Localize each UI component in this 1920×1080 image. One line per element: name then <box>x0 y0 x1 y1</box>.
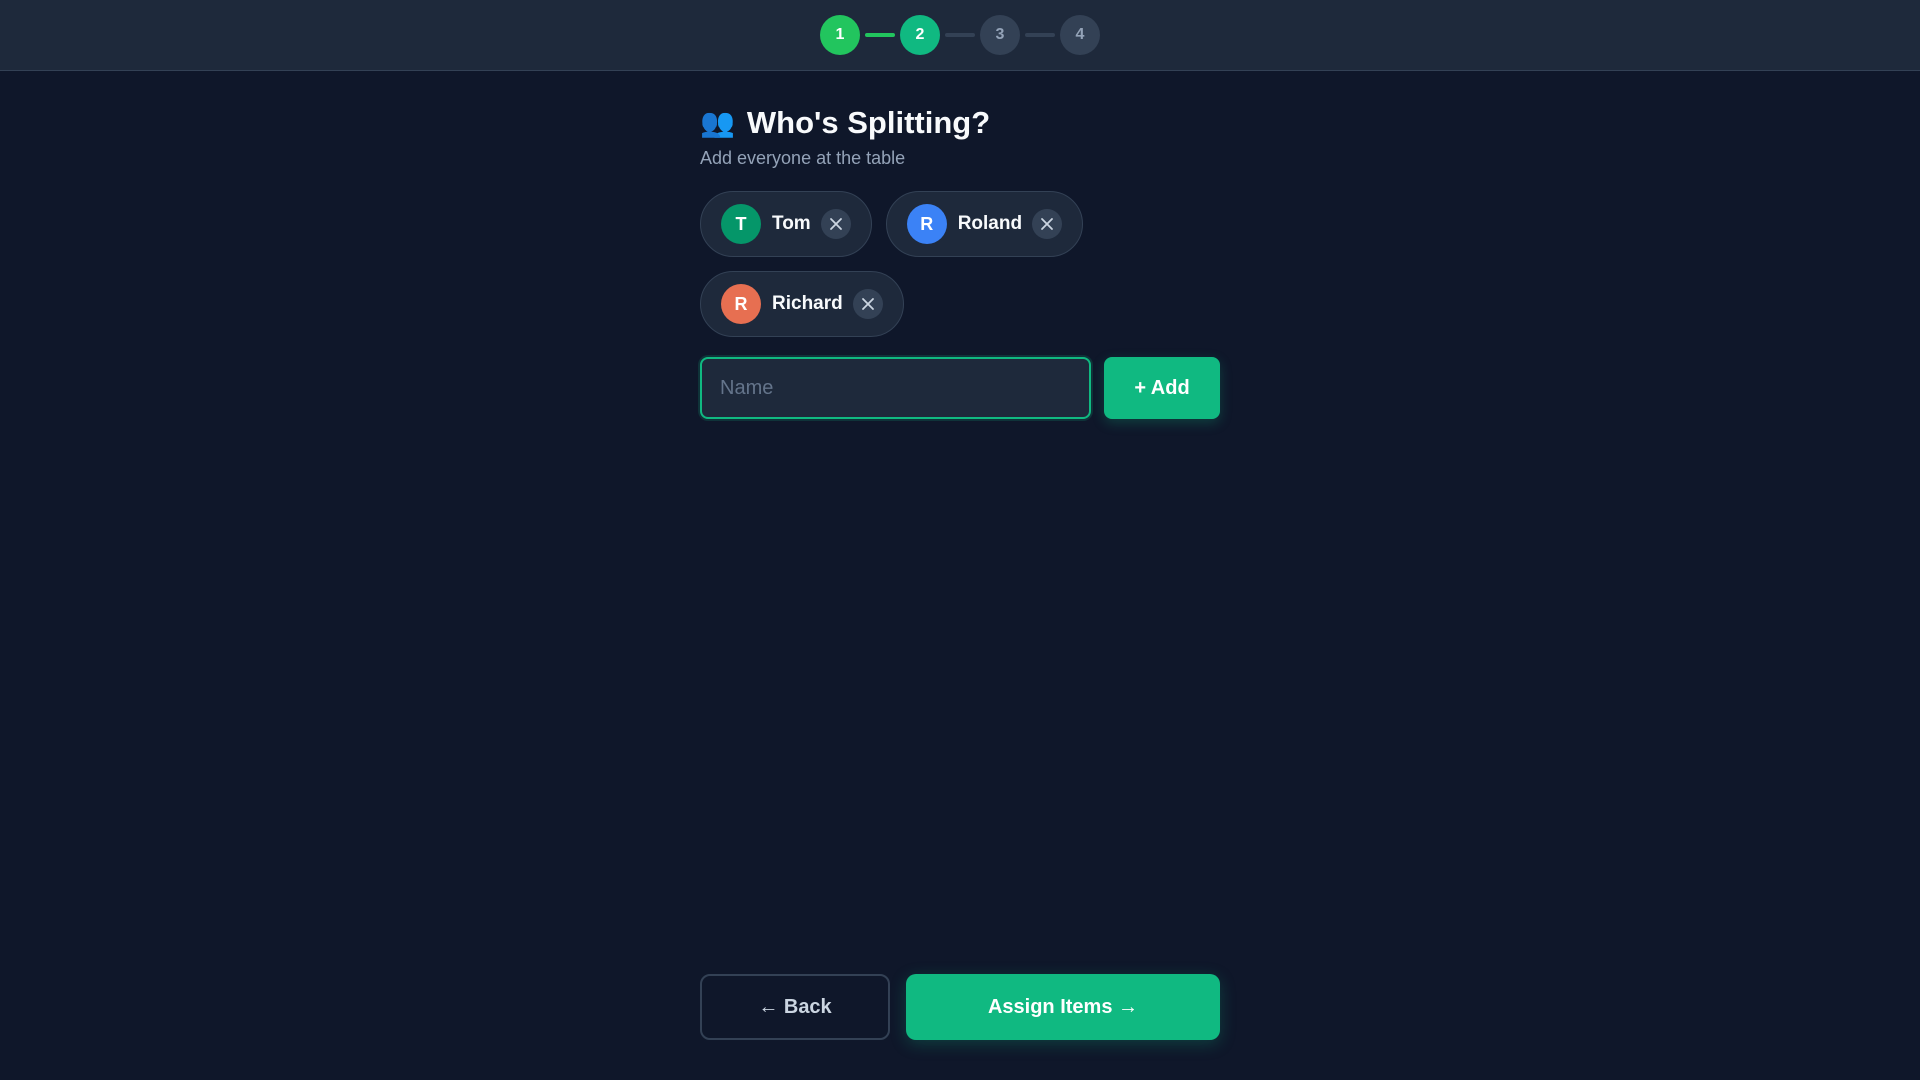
people-list: T Tom R Roland R Richard <box>700 191 1120 337</box>
assign-items-button[interactable]: Assign Items → <box>906 974 1220 1040</box>
top-bar: 1 2 3 4 <box>0 0 1920 71</box>
person-chip-roland: R Roland <box>885 191 1084 257</box>
person-chip-tom: T Tom <box>700 191 872 257</box>
person-chip-richard: R Richard <box>700 271 904 337</box>
person-name: Tom <box>772 213 811 234</box>
page-subtitle: Add everyone at the table <box>700 148 906 168</box>
close-icon <box>829 218 842 230</box>
close-icon <box>861 298 874 310</box>
main-content: 👥 Who's Splitting? Add everyone at the t… <box>700 103 1220 419</box>
remove-person-button[interactable] <box>820 209 851 239</box>
page-header: 👥 Who's Splitting? <box>700 103 1220 143</box>
step-connector-1 <box>865 33 895 37</box>
step-1-indicator: 1 <box>820 15 860 55</box>
remove-person-button[interactable] <box>1032 209 1063 239</box>
progress-stepper: 1 2 3 4 <box>820 15 1100 55</box>
step-3-indicator: 3 <box>980 15 1020 55</box>
step-connector-2 <box>945 33 975 37</box>
avatar: R <box>721 284 761 324</box>
remove-person-button[interactable] <box>852 289 883 319</box>
person-name: Roland <box>957 213 1023 234</box>
footer-navigation: ← Back Assign Items → <box>700 974 1220 1040</box>
step-2-indicator: 2 <box>900 15 940 55</box>
add-person-button[interactable]: + Add <box>1104 357 1220 419</box>
person-name-input[interactable] <box>700 357 1091 419</box>
avatar: T <box>721 204 761 244</box>
back-button[interactable]: ← Back <box>700 974 890 1040</box>
step-connector-3 <box>1025 33 1055 37</box>
add-person-row: + Add <box>700 357 1220 419</box>
step-4-indicator: 4 <box>1060 15 1100 55</box>
people-icon: 👥 <box>700 107 735 138</box>
person-name: Richard <box>772 293 843 314</box>
page-title: Who's Splitting? <box>746 105 991 140</box>
close-icon <box>1041 218 1053 230</box>
avatar: R <box>906 204 947 244</box>
